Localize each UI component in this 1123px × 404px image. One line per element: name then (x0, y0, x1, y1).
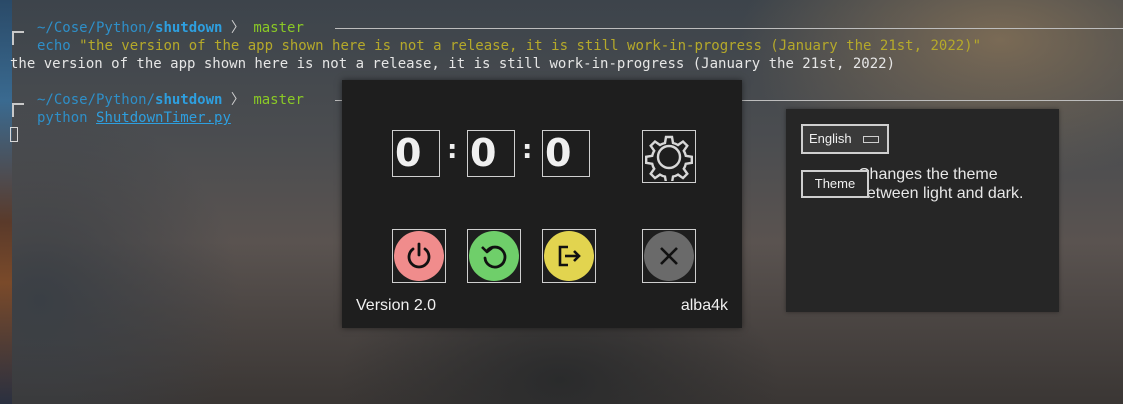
restart-button[interactable] (467, 229, 521, 283)
command-argument: "the version of the app shown here is no… (79, 38, 982, 54)
command-name: python (37, 110, 88, 126)
restart-circle (469, 231, 519, 281)
prompt-dir: shutdown (155, 92, 223, 108)
theme-button[interactable]: Theme (801, 170, 869, 198)
cancel-circle (644, 231, 694, 281)
script-file-link[interactable]: ShutdownTimer.py (96, 110, 231, 126)
time-separator: : (447, 135, 458, 165)
command-output: the version of the app shown here is not… (10, 56, 896, 72)
shutdown-button[interactable] (392, 229, 446, 283)
prompt-line-1: ~/Cose/Python/shutdown 〉 master (37, 19, 304, 37)
git-branch: master (253, 20, 304, 36)
logout-icon (558, 245, 581, 267)
shutdown-timer-window: 0 : 0 : 0 Version 2.0 alba4k (342, 80, 742, 328)
prompt-path: ~/Cose/Python/ (37, 20, 156, 36)
prompt-separator: 〉 (230, 20, 245, 36)
prompt-bracket (12, 31, 24, 45)
seconds-input[interactable]: 0 (542, 130, 590, 177)
author-label: alba4k (680, 297, 728, 314)
terminal-cursor (10, 127, 18, 142)
version-label: Version 2.0 (356, 297, 437, 314)
restart-icon (481, 245, 507, 269)
theme-description: Changes the theme between light and dark… (858, 166, 1024, 202)
prompt-separator: 〉 (230, 92, 245, 108)
language-value: English (809, 131, 852, 146)
language-select[interactable]: English (801, 124, 889, 154)
power-icon (407, 242, 431, 269)
prompt-path: ~/Cose/Python/ (37, 92, 156, 108)
prompt-line-2: ~/Cose/Python/shutdown 〉 master (37, 91, 304, 109)
prompt-rule (335, 28, 1123, 29)
logout-circle (544, 231, 594, 281)
shutdown-circle (394, 231, 444, 281)
settings-window: English Changes the theme between light … (786, 109, 1059, 312)
command-line-1: echo "the version of the app shown here … (37, 37, 981, 55)
minutes-input[interactable]: 0 (467, 130, 515, 177)
hours-input[interactable]: 0 (392, 130, 440, 177)
command-name: echo (37, 38, 71, 54)
gear-icon (645, 135, 693, 181)
dropdown-indicator-icon (863, 136, 879, 143)
prompt-dir: shutdown (155, 20, 223, 36)
prompt-bracket (12, 103, 24, 117)
logout-button[interactable] (542, 229, 596, 283)
git-branch: master (253, 92, 304, 108)
command-line-2: python ShutdownTimer.py (37, 109, 231, 127)
time-separator: : (522, 135, 533, 165)
close-icon (660, 247, 678, 265)
cancel-button[interactable] (642, 229, 696, 283)
settings-button[interactable] (642, 130, 696, 183)
